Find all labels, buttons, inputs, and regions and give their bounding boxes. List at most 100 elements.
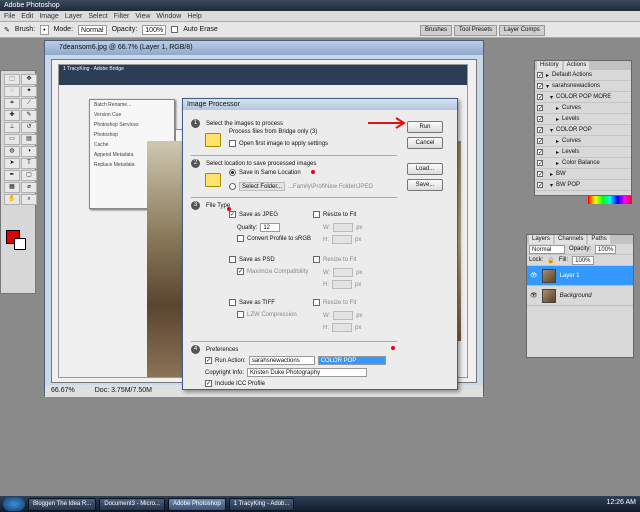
taskbar-item[interactable]: Document3 - Micro... xyxy=(99,497,165,511)
action-row[interactable]: ✓ ▸ Levels xyxy=(535,147,631,158)
taskbar-item[interactable]: 1 TracyKing - Adob... xyxy=(228,497,295,511)
action-row[interactable]: ✓ ▸ Levels xyxy=(535,114,631,125)
jpeg-width-input[interactable] xyxy=(333,223,354,232)
action-row[interactable]: ✓ ▸ Curves xyxy=(535,136,631,147)
magic-wand-tool-icon[interactable]: ✦ xyxy=(21,86,37,97)
fill-field[interactable]: 100% xyxy=(572,255,594,265)
menu-help[interactable]: Help xyxy=(187,13,201,21)
action-row[interactable]: ✓ ▾ COLOR POP MORE xyxy=(535,92,631,103)
history-brush-icon[interactable]: ↺ xyxy=(21,122,37,133)
brush-picker[interactable]: • xyxy=(40,24,49,35)
psd-width-input[interactable] xyxy=(333,268,354,277)
eyedropper-tool-icon[interactable]: ⌀ xyxy=(21,182,37,193)
background-color-swatch[interactable] xyxy=(14,238,26,250)
menu-window[interactable]: Window xyxy=(156,13,181,21)
zoom-level[interactable]: 66.67% xyxy=(51,387,75,395)
include-icc-checkbox[interactable]: ✓ xyxy=(205,380,212,387)
move-tool-icon[interactable]: ✥ xyxy=(21,74,37,85)
action-row[interactable]: ✓ ▸ Default Actions xyxy=(535,70,631,81)
marquee-tool-icon[interactable]: ⬚ xyxy=(4,74,20,85)
lzw-checkbox[interactable] xyxy=(237,311,244,318)
stamp-tool-icon[interactable]: ⊥ xyxy=(4,122,20,133)
run-button[interactable]: Run xyxy=(407,121,443,133)
menu-file[interactable]: File xyxy=(4,13,15,21)
save-button[interactable]: Save... xyxy=(407,179,443,191)
open-first-image-checkbox[interactable] xyxy=(229,140,236,147)
select-folder-button[interactable]: Select Folder... xyxy=(239,182,286,191)
type-tool-icon[interactable]: T xyxy=(21,158,37,169)
pen-tool-icon[interactable]: ✒ xyxy=(4,170,20,181)
action-set-select[interactable]: sarahsnewactions xyxy=(248,356,315,365)
zoom-tool-icon[interactable]: ⌕ xyxy=(21,194,37,205)
psd-resize-checkbox[interactable] xyxy=(313,256,320,263)
action-row[interactable]: ✓ ▸ Color Balance xyxy=(535,158,631,169)
crop-tool-icon[interactable]: ⌗ xyxy=(4,98,20,109)
blend-mode-select[interactable]: Normal xyxy=(529,244,565,254)
copyright-input[interactable]: Kristen Duke Photography xyxy=(247,368,368,377)
taskbar-item-active[interactable]: Adobe Photoshop xyxy=(167,497,226,511)
tiff-resize-checkbox[interactable] xyxy=(313,299,320,306)
healing-tool-icon[interactable]: ✚ xyxy=(4,110,20,121)
select-folder-radio[interactable] xyxy=(229,183,236,190)
jpeg-height-input[interactable] xyxy=(332,235,352,244)
notes-tool-icon[interactable]: ▦ xyxy=(4,182,20,193)
tab-actions[interactable]: Actions xyxy=(563,61,590,70)
mode-select[interactable]: Normal xyxy=(78,24,107,35)
opacity-field[interactable]: 100% xyxy=(142,24,167,35)
menu-view[interactable]: View xyxy=(135,13,150,21)
tab-channels[interactable]: Channels xyxy=(555,235,587,244)
run-action-checkbox[interactable]: ✓ xyxy=(205,357,212,364)
start-button-icon[interactable] xyxy=(3,497,25,511)
menu-layer[interactable]: Layer xyxy=(65,13,83,21)
action-row[interactable]: ✓ ▸ BW xyxy=(535,169,631,180)
color-ramp[interactable] xyxy=(588,196,632,204)
lock-icon[interactable]: 🔒 xyxy=(547,257,554,264)
dodge-tool-icon[interactable]: ◑ xyxy=(21,146,37,157)
tab-layer-comps[interactable]: Layer Comps xyxy=(499,25,545,36)
load-button[interactable]: Load... xyxy=(407,163,443,175)
action-row[interactable]: ✓ ▸ Curves xyxy=(535,103,631,114)
menu-select[interactable]: Select xyxy=(88,13,107,21)
brush-tool-icon[interactable]: ✎ xyxy=(21,110,37,121)
visibility-eye-icon[interactable]: 👁 xyxy=(530,292,538,299)
menu-image[interactable]: Image xyxy=(39,13,58,21)
taskbar-item[interactable]: Bloggen The Idea R... xyxy=(28,497,97,511)
menu-filter[interactable]: Filter xyxy=(114,13,130,21)
tab-tool-presets[interactable]: Tool Presets xyxy=(454,25,498,36)
layer-opacity-field[interactable]: 100% xyxy=(595,244,617,254)
psd-height-input[interactable] xyxy=(332,280,352,289)
cancel-button[interactable]: Cancel xyxy=(407,137,443,149)
hand-tool-icon[interactable]: ✋ xyxy=(4,194,20,205)
eraser-tool-icon[interactable]: ▭ xyxy=(4,134,20,145)
layer-row-layer-1[interactable]: 👁 Layer 1 xyxy=(527,266,633,286)
action-row[interactable]: ✓ ▾ sarahsnewactions xyxy=(535,81,631,92)
action-select[interactable]: COLOR POP xyxy=(317,356,386,365)
auto-erase-checkbox[interactable] xyxy=(171,26,179,33)
lasso-tool-icon[interactable]: ◌ xyxy=(4,86,20,97)
system-clock[interactable]: 12:26 AM xyxy=(606,499,636,506)
menu-edit[interactable]: Edit xyxy=(21,13,33,21)
gradient-tool-icon[interactable]: ▤ xyxy=(21,134,37,145)
tiff-width-input[interactable] xyxy=(333,311,354,320)
eraser-tool-icon[interactable]: ✎ xyxy=(4,26,10,34)
tiff-height-input[interactable] xyxy=(332,323,352,332)
save-jpeg-checkbox[interactable]: ✓ xyxy=(229,211,236,218)
save-tiff-checkbox[interactable] xyxy=(229,299,236,306)
save-psd-checkbox[interactable] xyxy=(229,256,236,263)
tab-history[interactable]: History xyxy=(537,61,562,70)
tab-brushes[interactable]: Brushes xyxy=(420,25,453,36)
action-row[interactable]: ✓ ▾ BW POP xyxy=(535,180,631,191)
action-row[interactable]: ✓ ▾ COLOR POP xyxy=(535,125,631,136)
tab-layers[interactable]: Layers xyxy=(529,235,554,244)
save-same-location-radio[interactable] xyxy=(229,169,236,176)
quality-input[interactable]: 12 xyxy=(260,223,281,232)
blur-tool-icon[interactable]: ◍ xyxy=(4,146,20,157)
visibility-eye-icon[interactable]: 👁 xyxy=(530,272,538,279)
convert-srgb-checkbox[interactable] xyxy=(237,235,244,242)
tab-paths[interactable]: Paths xyxy=(588,235,610,244)
shape-tool-icon[interactable]: ▢ xyxy=(21,170,37,181)
slice-tool-icon[interactable]: ⟋ xyxy=(21,98,37,109)
max-compat-checkbox[interactable]: ✓ xyxy=(237,268,244,275)
jpeg-resize-checkbox[interactable] xyxy=(313,211,320,218)
layer-row-background[interactable]: 👁 Background xyxy=(527,286,633,306)
